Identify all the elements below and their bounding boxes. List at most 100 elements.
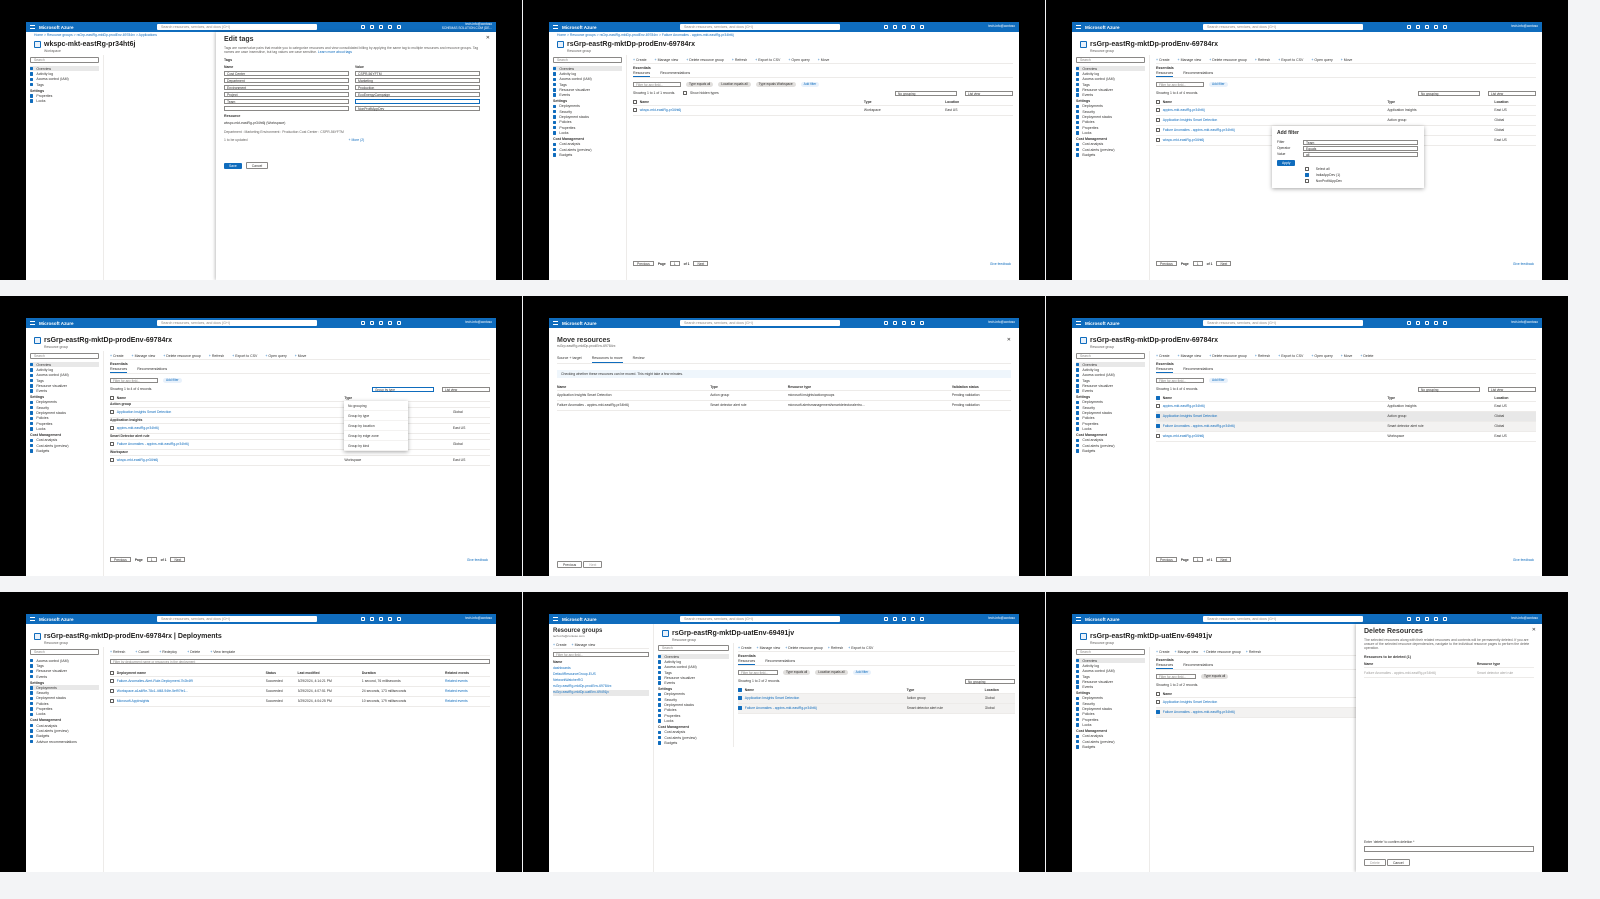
rg-list-item[interactable]: rsGrp-eastRg-mktDp-uatEnv-69491jv [553, 690, 649, 696]
user-account[interactable]: tech-info@contoso [1511, 321, 1538, 325]
cancel-button[interactable]: Cancel [1386, 859, 1410, 866]
create-button[interactable]: Create [553, 643, 567, 647]
filter-pill-location[interactable]: Location equals all [718, 81, 751, 87]
tag-value-input[interactable] [355, 99, 480, 105]
grouping-dropdown[interactable]: No grouping [965, 678, 1015, 684]
filter-input[interactable]: Filter for any field... [1156, 377, 1204, 383]
view-dropdown[interactable]: List view [965, 90, 1013, 96]
filter-input[interactable]: Filter for any field... [1156, 673, 1196, 679]
table-row[interactable]: Microsoft.AppInsights Succeeded 3/29/2024,… [110, 696, 490, 707]
deployment-filter-input[interactable]: Filter by deployment name or resources i… [110, 659, 490, 664]
essentials-toggle[interactable]: Essentials [1156, 64, 1536, 71]
grouping-dropdown[interactable]: No grouping [1418, 386, 1480, 392]
tag-name-input[interactable]: Team [224, 99, 349, 105]
manage-view-button[interactable]: Manage view [655, 58, 679, 62]
user-account[interactable]: tech-info@contoso [988, 321, 1015, 325]
open-query-button[interactable]: Open query [788, 58, 809, 62]
save-button[interactable]: Save [224, 162, 242, 169]
export-csv-button[interactable]: Export to CSV [232, 354, 257, 358]
menu-item[interactable]: Group by kind [344, 441, 408, 451]
add-filter-button[interactable]: Add filter [852, 669, 872, 675]
table-row[interactable]: appins-mkt-eastRg-pr34ht6jApplication In… [110, 423, 490, 434]
essentials-toggle[interactable]: Essentials [110, 360, 490, 367]
sidebar-search[interactable]: Search [30, 353, 99, 359]
global-search[interactable]: Search resources, services, and docs (G+… [157, 616, 317, 622]
redeploy-button[interactable]: Redeploy [159, 650, 177, 654]
view-dropdown[interactable]: List view [442, 386, 490, 392]
delete-button[interactable]: Delete [187, 650, 200, 654]
filter-input[interactable]: Filter for any field... [633, 81, 681, 87]
tag-value-input[interactable]: Production [355, 85, 480, 91]
move-button[interactable]: Move [295, 354, 307, 358]
table-row[interactable]: Application Insights Smart DetectionActi… [110, 407, 490, 418]
manage-view-button[interactable]: Manage view [1175, 650, 1199, 654]
create-button[interactable]: Create [738, 646, 752, 650]
manage-view-button[interactable]: Manage view [572, 643, 596, 647]
grouping-dropdown[interactable]: No grouping [895, 90, 957, 96]
tag-value-input[interactable]: NonProfitAppDev [355, 106, 480, 112]
tab-resources[interactable]: Resources [1156, 367, 1174, 373]
sidebar-search[interactable]: Search [553, 57, 622, 63]
open-query-button[interactable]: Open query [265, 354, 286, 358]
essentials-toggle[interactable]: Essentials [633, 64, 1013, 71]
value-option[interactable]: NonProfitAppDev [1316, 179, 1342, 183]
create-button[interactable]: Create [1156, 58, 1170, 62]
manage-view-button[interactable]: Manage view [1178, 58, 1202, 62]
delete-rg-button[interactable]: Delete resource group [686, 58, 724, 62]
next-button[interactable]: Next [1216, 557, 1232, 562]
previous-button[interactable]: Previous [557, 561, 583, 568]
add-filter-button[interactable]: Add filter [800, 81, 820, 87]
view-dropdown[interactable]: List view [1488, 386, 1536, 392]
sidebar-item-budgets[interactable]: Budgets [30, 448, 99, 453]
filter-input[interactable]: Filter for any field... [738, 669, 778, 675]
add-filter-button[interactable]: Add filter [1209, 377, 1228, 383]
tab-resources[interactable]: Resources [1156, 663, 1174, 669]
tag-name-input[interactable]: Project [224, 92, 349, 98]
feedback-link[interactable]: Give feedback [1513, 558, 1534, 562]
next-button[interactable]: Next [583, 561, 603, 568]
table-row[interactable]: Application Insights Smart DetectionActi… [1156, 411, 1536, 422]
export-csv-button[interactable]: Export to CSV [1278, 58, 1303, 62]
filter-input[interactable]: Filter for any field... [110, 377, 158, 383]
table-row[interactable]: Failure Anomalies - appins-mkt-eastRg-pr… [1156, 421, 1536, 432]
select-all-option[interactable]: Select all [1316, 167, 1330, 171]
cancel-button[interactable]: Cancel [245, 162, 269, 170]
more-link[interactable]: + More (2) [349, 138, 365, 142]
feedback-link[interactable]: Give feedback [1513, 262, 1534, 266]
tag-value-input[interactable]: Marketing [355, 78, 480, 84]
tag-name-input[interactable]: Department [224, 78, 349, 84]
table-row[interactable]: Failure Anomalies - appins-mkt-eastRg-pr… [738, 703, 1015, 714]
menu-icon[interactable] [553, 617, 558, 621]
sidebar-item-budgets[interactable]: Budgets [1076, 448, 1145, 453]
refresh-button[interactable]: Refresh [732, 58, 747, 62]
tab-recommendations[interactable]: Recommendations [660, 71, 690, 77]
close-icon[interactable]: ✕ [486, 35, 490, 41]
previous-button[interactable]: Previous [110, 557, 131, 562]
sidebar-search[interactable]: Search [658, 645, 729, 651]
breadcrumb[interactable]: Home > Resource groups > rsGrp-eastRg-mk… [549, 32, 1019, 39]
grouping-dropdown[interactable]: Group by type [372, 386, 434, 392]
tag-name-input[interactable] [224, 106, 349, 112]
sidebar-search[interactable]: Search [30, 57, 99, 63]
step-resources[interactable]: Resources to move [591, 356, 623, 363]
delete-rg-button[interactable]: Delete resource group [785, 646, 823, 650]
step-review[interactable]: Review [633, 356, 645, 363]
operator-select[interactable]: Equals [1303, 145, 1418, 151]
manage-view-button[interactable]: Manage view [757, 646, 781, 650]
essentials-toggle[interactable]: Essentials [738, 652, 1015, 659]
user-account[interactable]: tech-info@contoso [1511, 25, 1538, 29]
create-button[interactable]: Create [633, 58, 647, 62]
user-account[interactable]: tech-info@contoso SCHEMAS SOLUTION.COM (D… [442, 23, 492, 30]
table-row[interactable]: Failure Anomalies - appins-mkt-eastRg-pr… [110, 439, 490, 450]
menu-icon[interactable] [30, 321, 35, 325]
global-search[interactable]: Search resources, services, and docs (G+… [157, 24, 317, 30]
create-button[interactable]: Create [110, 354, 124, 358]
tag-value-input[interactable]: CSPR-56YFTM [355, 71, 480, 77]
tab-recommendations[interactable]: Recommendations [1183, 71, 1213, 77]
tab-recommendations[interactable]: Recommendations [137, 367, 167, 373]
filter-pill-type[interactable]: Type equals all [783, 669, 811, 675]
filter-pill-workspace[interactable]: Type equals Workspace [755, 81, 796, 87]
global-search[interactable]: Search resources, services, and docs (G+… [1203, 320, 1363, 326]
sidebar-item-budgets[interactable]: Budgets [553, 152, 622, 157]
delete-button[interactable]: Delete [1364, 859, 1386, 866]
